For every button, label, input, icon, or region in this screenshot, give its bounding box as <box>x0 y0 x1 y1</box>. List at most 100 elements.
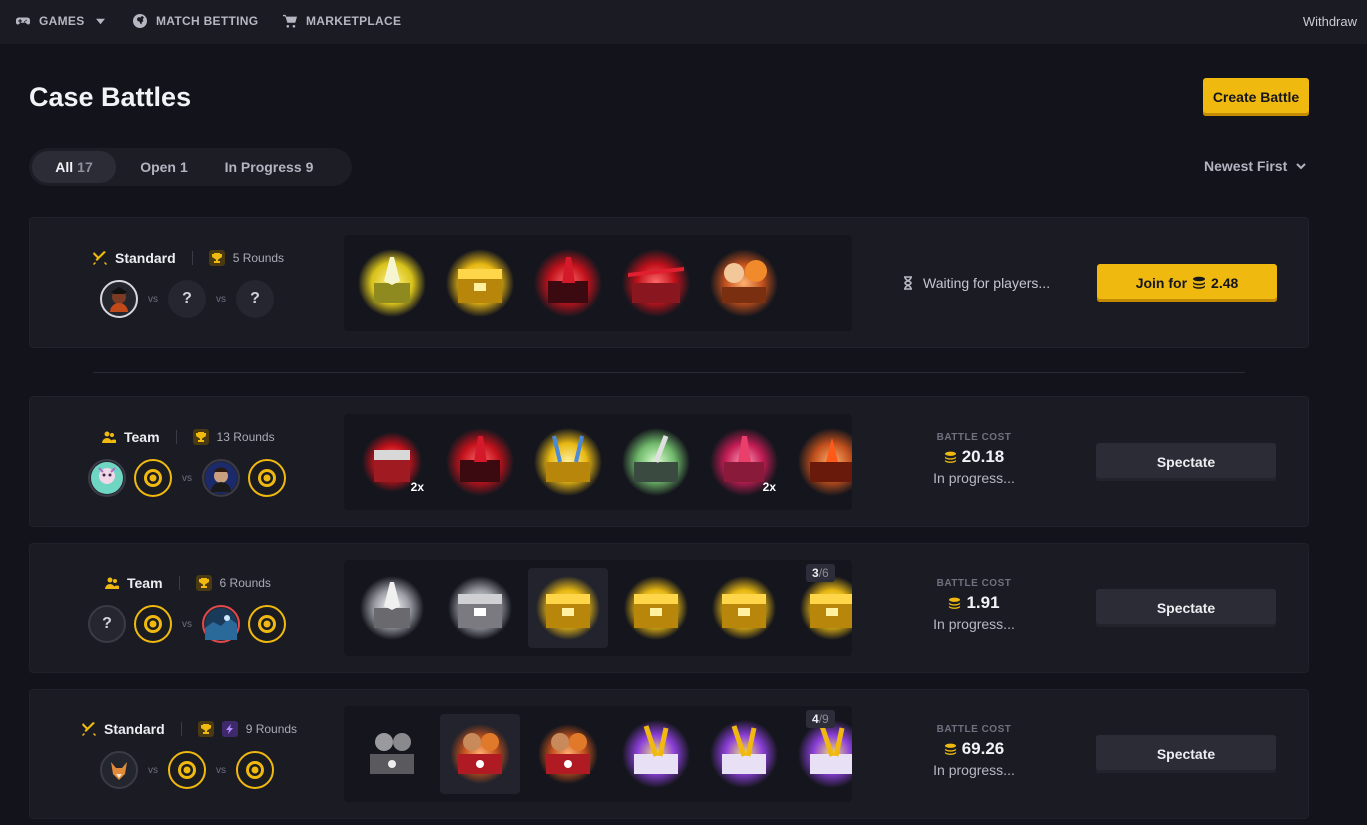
nav-marketplace[interactable]: MARKETPLACE <box>283 14 401 28</box>
avatar[interactable] <box>88 459 126 497</box>
join-battle-button[interactable]: Join for 2.48 <box>1097 264 1277 302</box>
case-icon <box>534 428 602 496</box>
empty-slot[interactable]: ? <box>88 605 126 643</box>
withdraw-link[interactable]: Withdraw <box>1303 14 1357 29</box>
empty-slot[interactable]: ? <box>236 280 274 318</box>
coins-icon <box>944 743 956 755</box>
case-icon <box>710 249 778 317</box>
empty-slot[interactable]: ? <box>168 280 206 318</box>
nav-games-label: GAMES <box>39 14 85 28</box>
battle-rounds: 13 Rounds <box>216 430 275 444</box>
gamepad-icon <box>16 17 30 25</box>
page-title: Case Battles <box>29 82 192 112</box>
coin-icon <box>258 615 276 633</box>
case-item <box>528 243 608 323</box>
player-slot[interactable] <box>134 459 172 497</box>
avatar-image <box>205 608 237 640</box>
case-item-current <box>528 568 608 648</box>
player-slots: vs ? vs ? <box>100 280 274 318</box>
nav-games[interactable]: GAMES <box>16 14 105 28</box>
avatar[interactable] <box>100 751 138 789</box>
status-text: Waiting for players... <box>923 275 1051 291</box>
case-strip: 4/9 <box>344 706 852 802</box>
case-strip <box>344 235 852 331</box>
avatar[interactable] <box>202 459 240 497</box>
battle-card[interactable]: Standard 9 Rounds vs vs 4/9 BATTLE COST … <box>29 689 1309 819</box>
sort-dropdown[interactable]: Newest First <box>1204 158 1307 174</box>
coin-icon <box>144 469 162 487</box>
player-slot[interactable] <box>248 605 286 643</box>
section-divider <box>93 372 1245 373</box>
vs-label: vs <box>216 293 226 305</box>
trophy-badge <box>197 721 214 737</box>
spectate-button[interactable]: Spectate <box>1096 589 1276 627</box>
multiplier-label: 2x <box>762 480 776 494</box>
case-item <box>616 422 696 502</box>
nav-match-betting[interactable]: MATCH BETTING <box>133 14 258 28</box>
battle-mode: Standard <box>104 721 165 737</box>
player-slots: ? vs <box>88 605 286 643</box>
case-icon <box>450 724 510 784</box>
avatar-image <box>91 462 123 494</box>
case-icon <box>358 249 426 317</box>
player-slot[interactable] <box>134 605 172 643</box>
avatar-image <box>103 754 135 786</box>
tab-in-progress-label: In Progress <box>224 159 302 175</box>
cost-label: BATTLE COST <box>936 578 1012 589</box>
round-total: 6 <box>822 566 829 580</box>
case-icon <box>712 576 776 640</box>
round-progress-badge: 3/6 <box>806 564 835 582</box>
progress-status: In progress... <box>933 762 1015 778</box>
case-item <box>616 568 696 648</box>
nav-match-betting-label: MATCH BETTING <box>156 14 259 28</box>
coin-icon <box>258 469 276 487</box>
cost-amount: 20.18 <box>961 447 1005 466</box>
case-icon <box>446 249 514 317</box>
tab-all[interactable]: All 17 <box>32 151 116 183</box>
progress-status: In progress... <box>933 616 1015 632</box>
player-slot[interactable] <box>248 459 286 497</box>
case-icon <box>710 720 778 788</box>
player-slot[interactable] <box>236 751 274 789</box>
coins-icon <box>1193 276 1206 289</box>
tab-open-label: Open <box>140 159 176 175</box>
case-item <box>792 422 852 502</box>
case-icon <box>622 249 690 317</box>
trophy-icon <box>195 432 206 442</box>
round-total: 9 <box>822 712 829 726</box>
round-progress-badge: 4/9 <box>806 710 835 728</box>
battle-card[interactable]: Team 13 Rounds vs 2x 2x BATTLE COST 20.1… <box>29 396 1309 527</box>
player-slot[interactable] <box>168 751 206 789</box>
battle-cost: BATTLE COST 1.91 In progress... <box>914 578 1034 632</box>
battle-rounds: 6 Rounds <box>219 576 271 590</box>
case-icon <box>622 720 690 788</box>
avatar[interactable] <box>100 280 138 318</box>
player-slots: vs vs <box>100 751 274 789</box>
battle-card[interactable]: Team 6 Rounds ? vs 3/6 BATTLE COST 1.91 … <box>29 543 1309 673</box>
case-item <box>440 243 520 323</box>
progress-status: In progress... <box>933 470 1015 486</box>
spectate-button[interactable]: Spectate <box>1096 735 1276 773</box>
tab-in-progress[interactable]: In Progress 9 <box>212 151 326 183</box>
battle-meta: Standard 9 Rounds <box>82 721 297 737</box>
avatar[interactable] <box>202 605 240 643</box>
filter-tabs: All 17 Open 1 In Progress 9 <box>29 148 352 186</box>
vs-label: vs <box>148 764 158 776</box>
lightning-icon <box>225 724 233 734</box>
battle-rounds: 9 Rounds <box>245 722 298 736</box>
spectate-button[interactable]: Spectate <box>1096 443 1276 481</box>
create-battle-button[interactable]: Create Battle <box>1203 78 1309 116</box>
vs-label: vs <box>182 472 192 484</box>
case-icon <box>624 576 688 640</box>
battle-card[interactable]: Standard 5 Rounds vs ? vs ? Waiting for … <box>29 217 1309 348</box>
nav-marketplace-label: MARKETPLACE <box>306 14 402 28</box>
modifier-badge <box>221 721 238 737</box>
case-item-current <box>440 714 520 794</box>
case-item <box>528 422 608 502</box>
cost-amount: 1.91 <box>966 593 1000 612</box>
swords-icon <box>93 251 107 265</box>
tab-open[interactable]: Open 1 <box>116 151 212 183</box>
avatar-image <box>104 284 134 314</box>
team-icon <box>105 577 119 589</box>
tab-all-count: 17 <box>77 159 93 175</box>
